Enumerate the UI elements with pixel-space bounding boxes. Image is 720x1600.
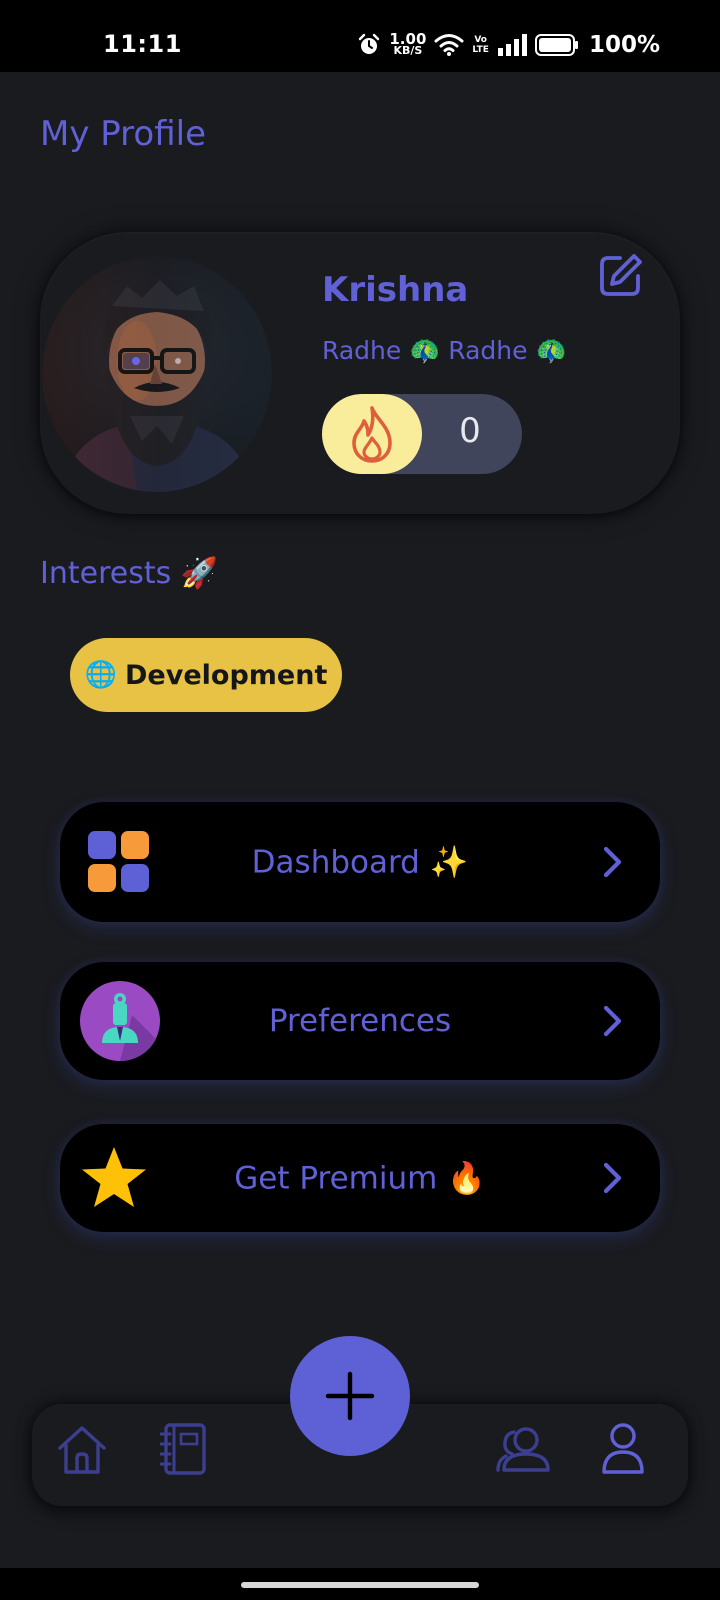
fire-icon — [352, 406, 392, 463]
preferences-menu-item[interactable]: Preferences — [60, 962, 660, 1080]
preferences-label: Preferences — [268, 1003, 452, 1039]
user-name: Krishna — [322, 270, 469, 310]
interest-chip-label: Development — [125, 659, 328, 691]
streak-counter: 0 — [322, 394, 522, 474]
chevron-right-icon — [603, 1162, 622, 1194]
gesture-handle[interactable] — [241, 1582, 479, 1588]
status-bar: 11:11 1.00 KB/S Vo LTE 100% — [0, 0, 720, 72]
add-button[interactable] — [290, 1336, 410, 1456]
user-bio: Radhe 🦚 Radhe 🦚 — [322, 336, 567, 365]
volte-label: Vo LTE — [472, 35, 489, 55]
profile-icon[interactable] — [602, 1422, 644, 1474]
community-icon[interactable] — [496, 1424, 550, 1474]
chevron-right-icon — [603, 846, 622, 878]
chevron-right-icon — [603, 1005, 622, 1037]
battery-icon — [534, 34, 578, 56]
wifi-icon — [434, 34, 464, 56]
interests-heading: Interests 🚀 — [40, 556, 219, 591]
globe-icon: 🌐 — [84, 660, 118, 690]
alarm-icon — [359, 33, 380, 54]
notebook-icon[interactable] — [160, 1422, 208, 1476]
avatar[interactable] — [42, 256, 272, 492]
streak-fire-badge — [322, 394, 422, 474]
dashboard-label: Dashboard ✨ — [251, 844, 469, 881]
edit-profile-icon[interactable] — [598, 252, 644, 298]
status-icons: 1.00 KB/S Vo LTE 100% — [357, 30, 660, 60]
get-premium-menu-item[interactable]: Get Premium 🔥 — [60, 1124, 660, 1232]
signal-icon — [497, 34, 527, 56]
interest-chip-development[interactable]: 🌐 Development — [70, 638, 342, 712]
plus-icon — [325, 1371, 375, 1421]
home-icon[interactable] — [56, 1424, 108, 1476]
status-time: 11:11 — [103, 30, 182, 58]
streak-count: 0 — [459, 411, 481, 451]
system-navigation-bar — [0, 1568, 720, 1600]
avatar-illustration — [42, 256, 272, 492]
network-speed: 1.00 KB/S — [389, 30, 427, 57]
get-premium-label: Get Premium 🔥 — [234, 1160, 486, 1197]
battery-percent: 100% — [588, 32, 660, 58]
dashboard-menu-item[interactable]: Dashboard ✨ — [60, 802, 660, 922]
page-title: My Profile — [40, 114, 206, 154]
